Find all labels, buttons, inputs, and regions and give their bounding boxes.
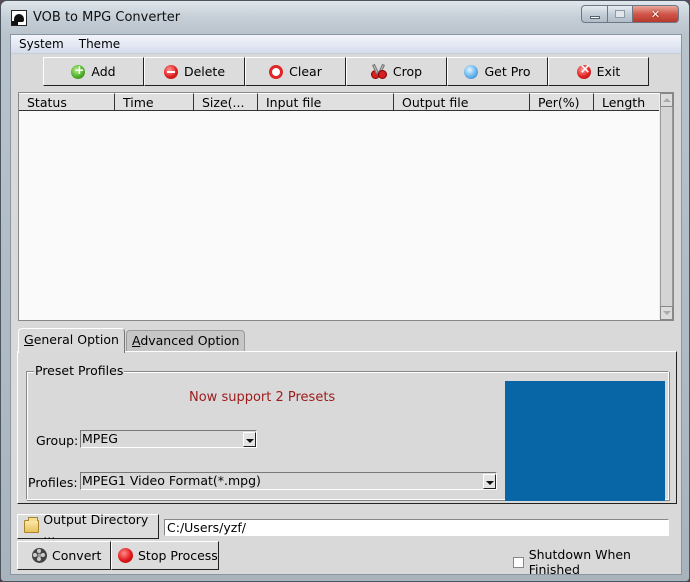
window-controls: ✕ (581, 5, 679, 23)
minimize-button[interactable] (581, 5, 608, 23)
convert-button-label: Convert (52, 548, 102, 563)
exit-icon (576, 62, 591, 79)
get-pro-button[interactable]: Get Pro (447, 57, 548, 86)
clear-button[interactable]: Clear (245, 57, 346, 86)
output-directory-label: Output Directory ... (43, 511, 149, 542)
get-pro-icon (464, 64, 479, 79)
close-icon: ✕ (650, 7, 661, 21)
tab-advanced-option[interactable]: Advanced Option (125, 330, 246, 352)
chevron-down-icon (245, 439, 254, 443)
option-tabs: General Option Advanced Option (18, 328, 246, 353)
exit-button[interactable]: Exit (548, 57, 649, 86)
arrow-up-icon (662, 98, 671, 102)
maximize-button[interactable] (608, 5, 633, 23)
delete-button-label: Delete (183, 64, 226, 79)
group-dropdown-button[interactable] (243, 432, 256, 447)
column-time[interactable]: Time (115, 93, 194, 111)
stop-process-button[interactable]: Stop Process (111, 541, 219, 570)
shutdown-label: Shutdown When Finished (528, 547, 631, 577)
profiles-select[interactable]: MPEG1 Video Format(*.mpg) (80, 472, 497, 490)
scroll-track[interactable] (660, 107, 673, 306)
table-header: Status Time Size(... Input file Output f… (19, 93, 660, 111)
convert-button[interactable]: Convert (17, 541, 111, 570)
stop-process-label: Stop Process (138, 548, 218, 563)
client-area: System Theme Add Delete Clear Crop (10, 34, 682, 577)
general-option-panel: Preset Profiles Now support 2 Presets Gr… (17, 351, 677, 504)
window-title: VOB to MPG Converter (33, 10, 181, 25)
table-body[interactable] (19, 111, 659, 320)
clear-icon (269, 64, 284, 79)
group-label: Group: (36, 433, 79, 448)
shutdown-checkbox[interactable] (513, 556, 524, 568)
app-window: VOB to MPG Converter ✕ System Theme Add … (0, 0, 690, 582)
scroll-up-button[interactable] (660, 93, 673, 107)
toolbar: Add Delete Clear Crop Get Pro (43, 57, 649, 87)
chevron-down-icon (485, 481, 494, 485)
folder-icon (24, 517, 40, 533)
column-output-file[interactable]: Output file (394, 93, 530, 111)
column-length[interactable]: Length (594, 93, 660, 111)
table-scrollbar[interactable] (659, 93, 673, 320)
crop-button-label: Crop (392, 64, 423, 79)
close-button[interactable]: ✕ (633, 5, 679, 23)
preset-profiles-title: Preset Profiles (34, 363, 125, 378)
output-directory-button[interactable]: Output Directory ... (17, 511, 159, 542)
add-button[interactable]: Add (43, 57, 144, 86)
tab-general-option[interactable]: General Option (18, 328, 125, 353)
column-size[interactable]: Size(... (194, 93, 258, 111)
add-icon (71, 63, 86, 79)
scroll-down-button[interactable] (660, 306, 673, 320)
maximize-icon (615, 10, 625, 18)
minimize-icon (589, 15, 600, 19)
group-select[interactable]: MPEG (80, 430, 257, 448)
column-status[interactable]: Status (19, 93, 115, 111)
clear-button-label: Clear (289, 64, 322, 79)
output-path-input[interactable] (164, 519, 669, 536)
shutdown-option[interactable]: Shutdown When Finished (513, 547, 681, 577)
add-button-label: Add (91, 64, 116, 79)
preset-profiles-group: Preset Profiles Now support 2 Presets Gr… (26, 363, 669, 501)
profiles-select-value: MPEG1 Video Format(*.mpg) (82, 473, 261, 488)
profiles-dropdown-button[interactable] (483, 474, 496, 489)
scissors-icon (370, 63, 387, 79)
delete-button[interactable]: Delete (144, 57, 245, 86)
conversion-table: Status Time Size(... Input file Output f… (18, 92, 674, 321)
film-reel-icon (32, 548, 47, 563)
app-logo-icon (11, 10, 27, 26)
arrow-down-icon (662, 311, 671, 315)
get-pro-button-label: Get Pro (484, 64, 531, 79)
column-percent[interactable]: Per(%) (530, 93, 594, 111)
crop-button[interactable]: Crop (346, 57, 447, 86)
preview-area (505, 381, 665, 501)
column-input-file[interactable]: Input file (258, 93, 394, 111)
title-bar[interactable]: VOB to MPG Converter ✕ (1, 1, 689, 35)
menu-theme[interactable]: Theme (71, 37, 127, 51)
stop-icon (118, 548, 133, 563)
delete-icon (163, 64, 178, 79)
exit-button-label: Exit (596, 64, 621, 79)
menu-system[interactable]: System (11, 37, 71, 51)
group-select-value: MPEG (82, 431, 118, 446)
support-text: Now support 2 Presets (189, 390, 336, 405)
profiles-label: Profiles: (28, 475, 78, 490)
menu-bar: System Theme (11, 35, 681, 54)
